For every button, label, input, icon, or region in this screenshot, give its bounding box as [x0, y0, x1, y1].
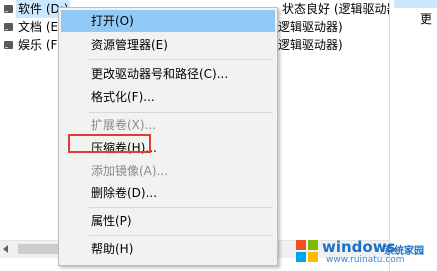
menu-item-properties[interactable]: 属性(P) — [61, 210, 275, 232]
actions-panel: 更 — [389, 0, 437, 271]
menu-separator — [89, 112, 273, 113]
menu-item-delete-volume[interactable]: 删除卷(D)... — [61, 182, 275, 204]
volume-name: 文档 (E — [18, 20, 59, 34]
more-actions-label[interactable]: 更 — [420, 10, 432, 27]
menu-item-open[interactable]: 打开(O) — [61, 10, 275, 32]
menu-item-help[interactable]: 帮助(H) — [61, 238, 275, 260]
menu-item-extend-volume: 扩展卷(X)... — [91, 118, 157, 132]
menu-item-add-mirror: 添加镜像(A)... — [91, 164, 169, 178]
menu-item-format[interactable]: 格式化(F)... — [61, 86, 275, 108]
drive-icon — [4, 5, 13, 13]
menu-item-explorer[interactable]: 资源管理器(E) — [61, 34, 275, 56]
volume-status: 逻辑驱动器) — [278, 20, 343, 34]
volume-status: 逻辑驱动器) — [278, 38, 343, 52]
annotation-highlight-box — [68, 134, 151, 153]
watermark: windows 系统家园 www.ruinatu.com — [296, 232, 436, 268]
menu-separator — [89, 235, 273, 236]
menu-separator — [89, 207, 273, 208]
windows-logo-icon — [296, 240, 318, 262]
drive-icon — [4, 23, 13, 31]
drive-icon — [4, 41, 13, 49]
volume-name: 娱乐 (F — [18, 38, 58, 52]
watermark-url: www.ruinatu.com — [326, 255, 405, 265]
menu-item-change-drive-letter[interactable]: 更改驱动器号和路径(C)... — [61, 63, 275, 85]
panel-selection — [394, 0, 437, 8]
volume-status: 状态良好 (逻辑驱动器) — [282, 2, 404, 16]
menu-separator — [89, 59, 273, 60]
scroll-thumb[interactable] — [18, 244, 58, 254]
scroll-left-icon[interactable] — [3, 245, 8, 253]
